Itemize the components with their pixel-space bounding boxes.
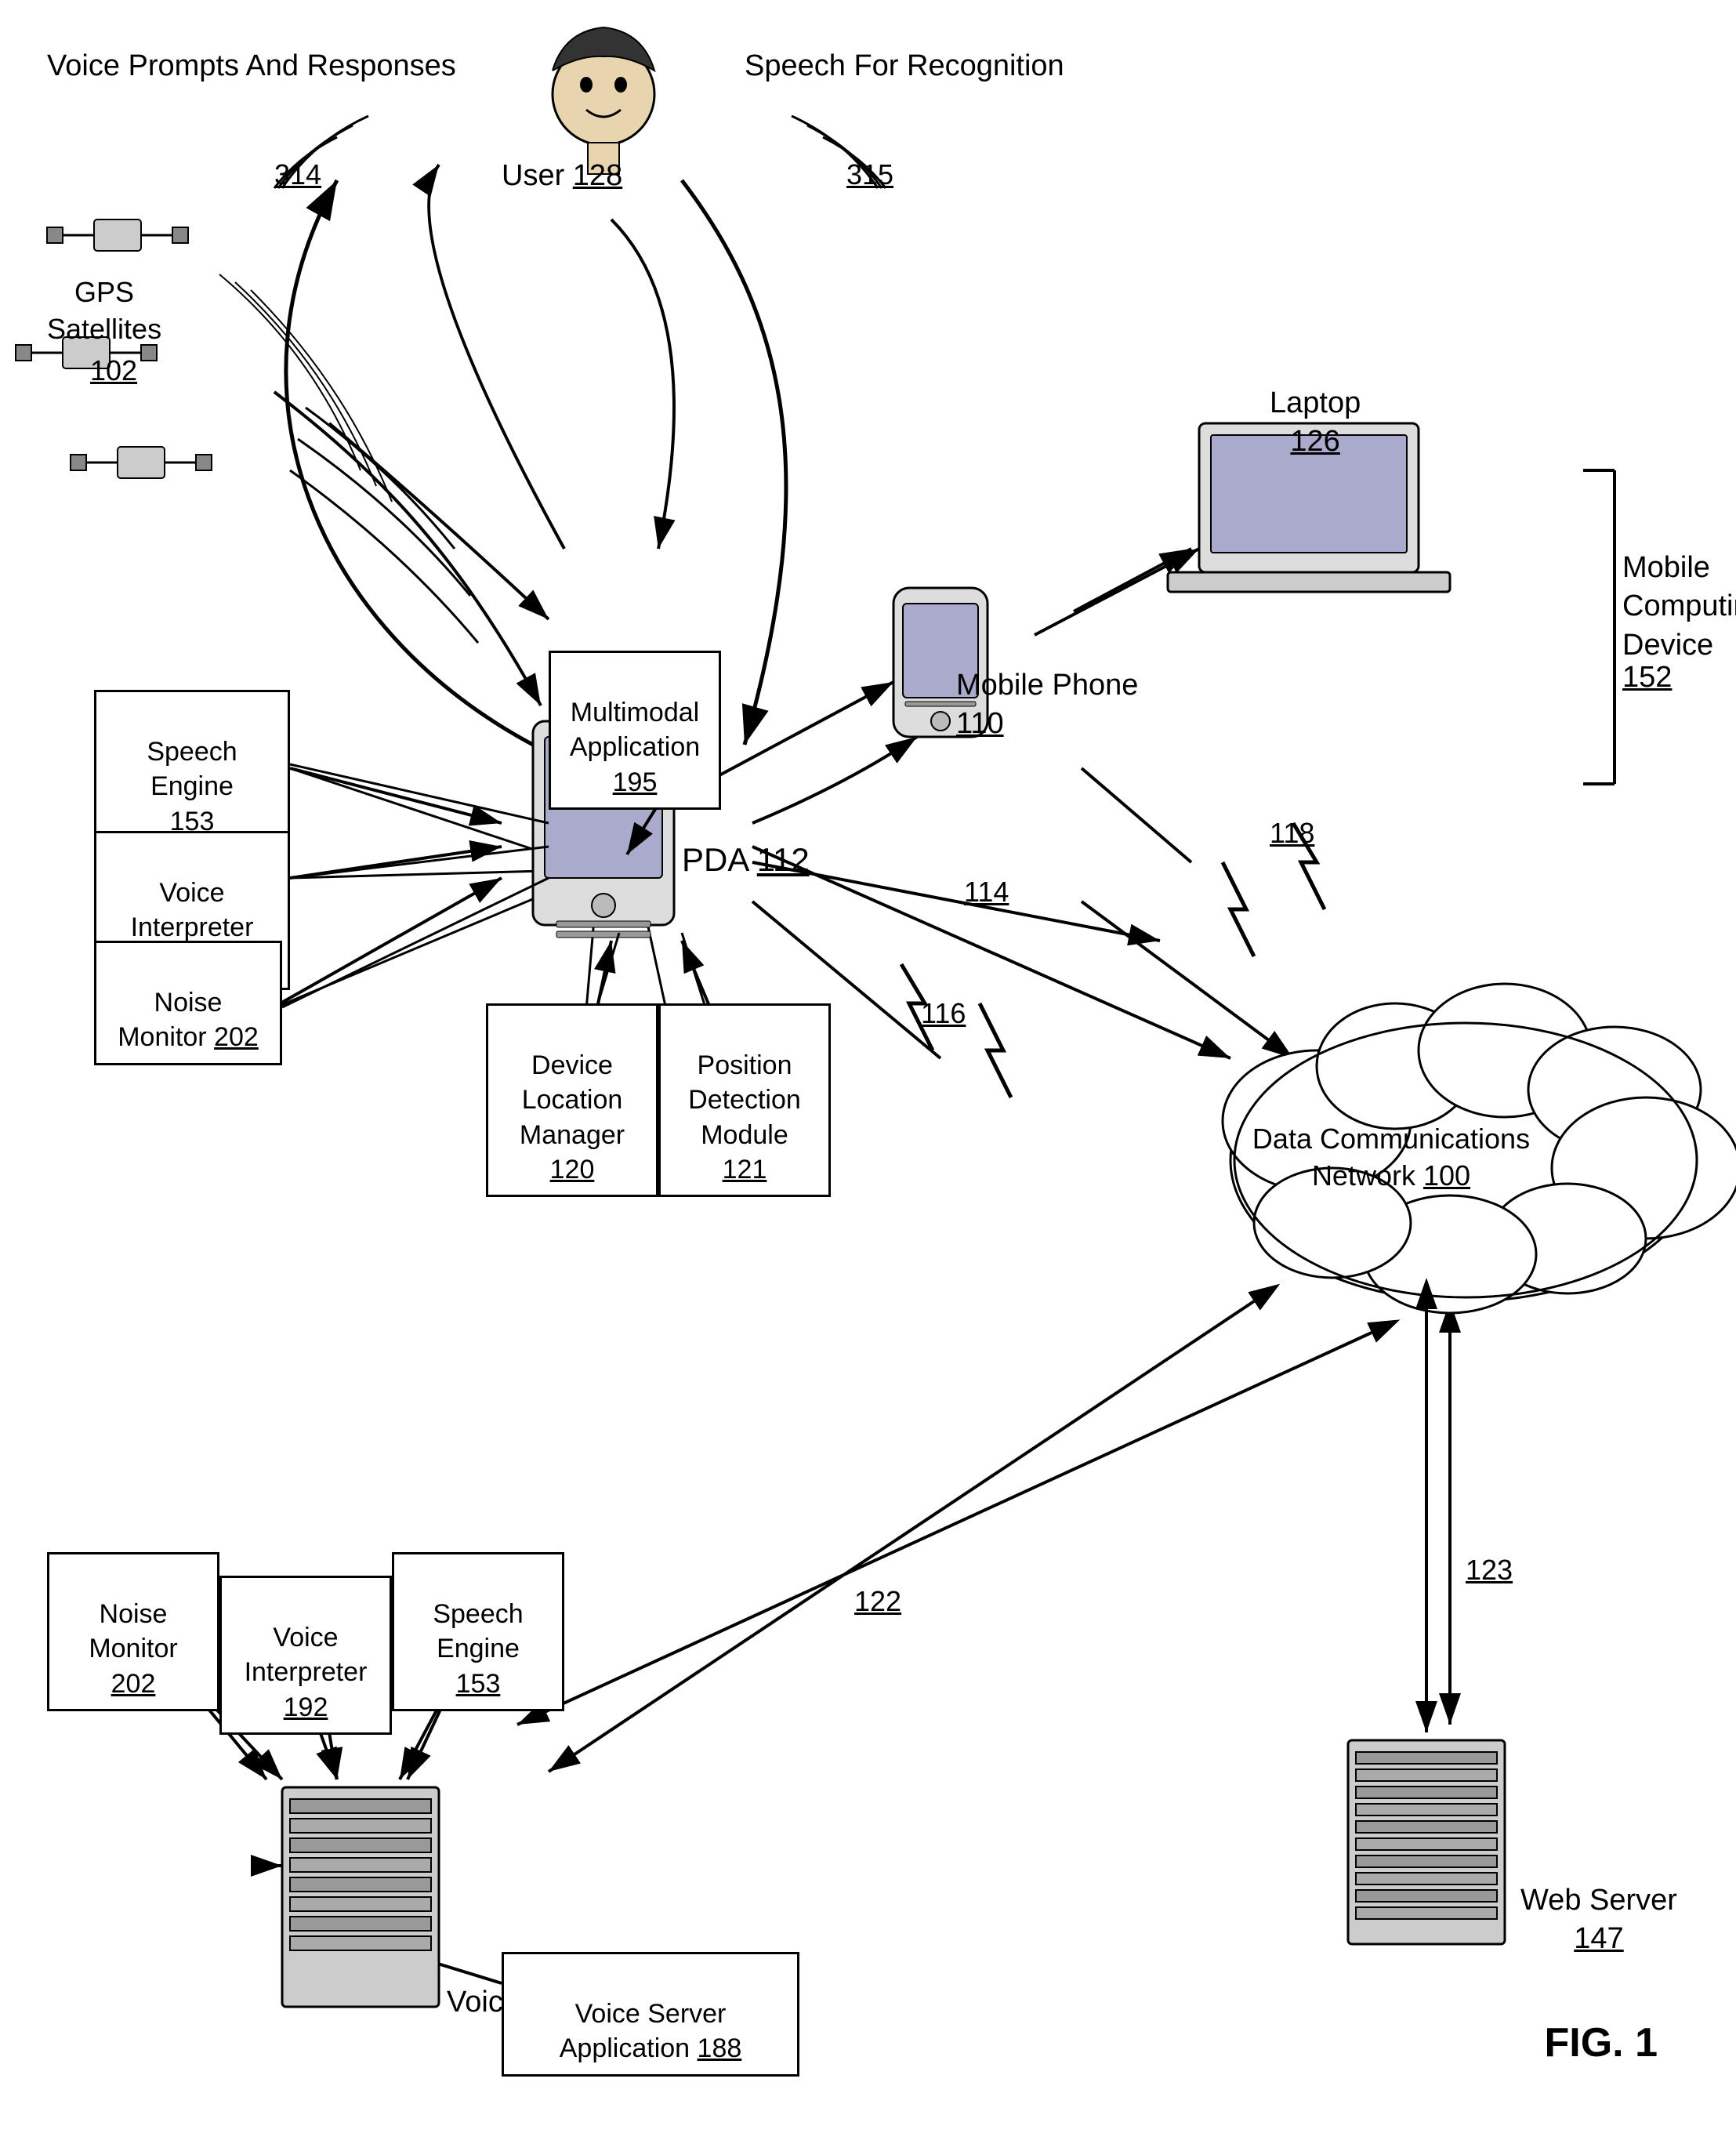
noise-monitor-1-box: Noise Monitor 202 (94, 941, 282, 1065)
ref-123-label: 123 (1466, 1552, 1513, 1589)
ref-122-label: 122 (854, 1583, 901, 1620)
mobile-computing-num-label: 152 (1622, 658, 1672, 697)
speech-engine-1-box: Speech Engine153 (94, 690, 290, 849)
mobile-phone-label: Mobile Phone110 (956, 666, 1138, 744)
voice-server-app-box: Voice Server Application 188 (502, 1952, 799, 2077)
ref-118-label: 118 (1270, 815, 1314, 852)
voice-interpreter-2-box: Voice Interpreter192 (219, 1576, 392, 1735)
noise-monitor-2-box: Noise Monitor202 (47, 1552, 219, 1711)
position-detection-box: Position Detection Module121 (658, 1003, 831, 1197)
ref-116-label: 116 (921, 996, 966, 1032)
mobile-computing-label: Mobile Computing Device (1622, 549, 1736, 665)
laptop-label: Laptop126 (1270, 384, 1361, 462)
speech-recognition-label: Speech For Recognition (745, 47, 1064, 85)
user-label: User 128 (502, 157, 622, 195)
diagram-svg (0, 0, 1736, 2133)
ref-315-label: 315 (846, 157, 893, 194)
multimodal-app-box: Multimodal Application195 (549, 651, 721, 810)
ref-114-label: 114 (964, 874, 1009, 911)
voice-prompts-label: Voice Prompts And Responses (47, 47, 456, 85)
pda-label: PDA 112 (682, 839, 810, 882)
data-comm-label: Data Communications Network 100 (1227, 1121, 1556, 1195)
figure-label: FIG. 1 (1545, 2017, 1658, 2070)
gps-num-label: 102 (90, 353, 137, 390)
web-server-label: Web Server147 (1520, 1881, 1677, 1959)
device-location-manager-box: Device Location Manager120 (486, 1003, 658, 1197)
diagram: Voice Prompts And Responses 314 Speech F… (0, 0, 1736, 2133)
speech-engine-2-box: Speech Engine153 (392, 1552, 564, 1711)
ref-314-label: 314 (274, 157, 321, 194)
gps-label: GPS Satellites (47, 274, 161, 348)
